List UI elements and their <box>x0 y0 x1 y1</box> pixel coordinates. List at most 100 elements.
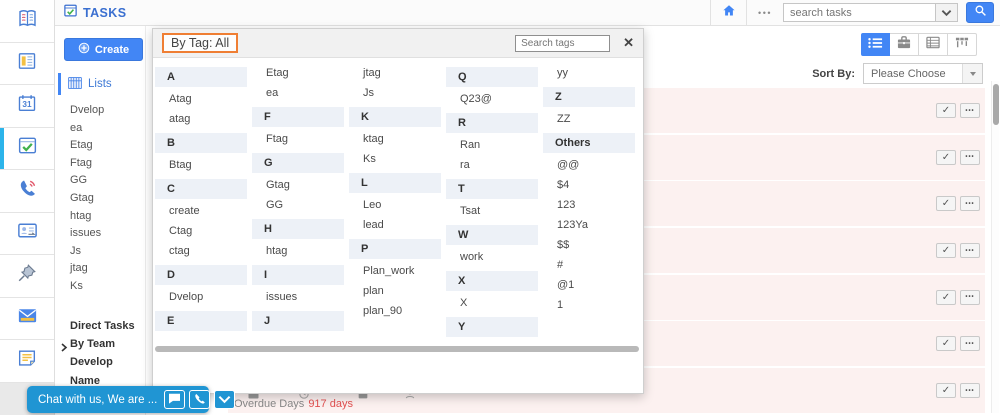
row-actions: ✓ ••• <box>936 383 980 398</box>
rail-item-news[interactable] <box>0 43 54 86</box>
create-button[interactable]: Create <box>64 38 143 61</box>
tag-item[interactable]: Ks <box>349 149 446 169</box>
tag-item[interactable]: Leo <box>349 195 446 215</box>
sidebar-section-by-team[interactable]: By Team <box>55 335 145 353</box>
tag-item[interactable]: @1 <box>543 275 640 295</box>
rail-item-directory[interactable] <box>0 0 54 43</box>
sidebar-item-dvelop[interactable]: Dvelop <box>55 102 145 120</box>
complete-task-button[interactable]: ✓ <box>936 383 956 398</box>
complete-task-button[interactable]: ✓ <box>936 196 956 211</box>
tag-item[interactable]: 123 <box>543 195 640 215</box>
complete-task-button[interactable]: ✓ <box>936 243 956 258</box>
sidebar-item-gtag[interactable]: Gtag <box>55 190 145 208</box>
sidebar-item-jtag[interactable]: jtag <box>55 260 145 278</box>
tag-item[interactable]: X <box>446 293 543 313</box>
tag-item[interactable]: Tsat <box>446 201 543 221</box>
rail-item-pin[interactable] <box>0 255 54 298</box>
pipeline-view-button[interactable] <box>948 33 977 56</box>
sidebar: Create Lists DvelopeaEtagFtagGGGtaghtagi… <box>55 26 146 415</box>
tag-item[interactable]: $4 <box>543 175 640 195</box>
chat-bubble-button[interactable] <box>164 390 185 409</box>
tag-item[interactable]: 123Ya <box>543 215 640 235</box>
sidebar-item-ftag[interactable]: Ftag <box>55 155 145 173</box>
tag-item[interactable]: jtag <box>349 63 446 83</box>
tag-item[interactable]: Etag <box>252 63 349 83</box>
tag-item[interactable]: Dvelop <box>155 287 252 307</box>
tag-item[interactable]: Js <box>349 83 446 103</box>
row-more-button[interactable]: ••• <box>960 336 980 351</box>
tag-item[interactable]: plan <box>349 281 446 301</box>
tag-item[interactable]: GG <box>252 195 349 215</box>
chat-widget[interactable]: Chat with us, We are ... <box>27 386 209 413</box>
more-menu-button[interactable]: ••• <box>758 8 772 18</box>
tag-item[interactable]: Gtag <box>252 175 349 195</box>
tag-search-input[interactable] <box>515 35 610 52</box>
rail-item-mail[interactable] <box>0 298 54 341</box>
tag-item[interactable]: lead <box>349 215 446 235</box>
tag-item[interactable]: ZZ <box>543 109 640 129</box>
tag-item[interactable]: Ran <box>446 135 543 155</box>
tag-item[interactable]: ctag <box>155 241 252 261</box>
rail-item-contacts[interactable] <box>0 213 54 256</box>
search-button[interactable] <box>966 2 994 23</box>
tag-item[interactable]: Ftag <box>252 129 349 149</box>
rail-item-calendar[interactable]: 31 <box>0 85 54 128</box>
row-more-button[interactable]: ••• <box>960 383 980 398</box>
rail-item-calls[interactable] <box>0 170 54 213</box>
chat-minimize-button[interactable] <box>214 390 235 409</box>
sidebar-item-issues[interactable]: issues <box>55 225 145 243</box>
row-more-button[interactable]: ••• <box>960 290 980 305</box>
mail-icon <box>16 304 39 332</box>
tag-item[interactable]: plan_90 <box>349 301 446 321</box>
row-more-button[interactable]: ••• <box>960 150 980 165</box>
scrollbar-thumb[interactable] <box>993 84 999 125</box>
tag-item[interactable]: Btag <box>155 155 252 175</box>
horizontal-scrollbar-thumb[interactable] <box>155 346 639 352</box>
search-input[interactable] <box>783 3 935 22</box>
home-button[interactable] <box>710 0 747 25</box>
tag-item[interactable]: 1 <box>543 295 640 315</box>
rail-item-notes[interactable] <box>0 340 54 383</box>
row-more-button[interactable]: ••• <box>960 103 980 118</box>
tag-item[interactable]: Q23@ <box>446 89 543 109</box>
search-scope-dropdown[interactable] <box>935 3 958 22</box>
complete-task-button[interactable]: ✓ <box>936 150 956 165</box>
close-icon[interactable]: ✕ <box>623 35 634 51</box>
tag-item[interactable]: create <box>155 201 252 221</box>
row-more-button[interactable]: ••• <box>960 196 980 211</box>
tag-item[interactable]: ktag <box>349 129 446 149</box>
tag-item[interactable]: @@ <box>543 155 640 175</box>
sidebar-item-js[interactable]: Js <box>55 243 145 261</box>
sidebar-section-develop[interactable]: Develop <box>55 353 145 371</box>
tag-item[interactable]: work <box>446 247 543 267</box>
tag-item[interactable]: $$ <box>543 235 640 255</box>
tag-item[interactable]: atag <box>155 109 252 129</box>
sidebar-item-ks[interactable]: Ks <box>55 278 145 296</box>
tag-item[interactable]: issues <box>252 287 349 307</box>
tag-item[interactable]: Ctag <box>155 221 252 241</box>
row-more-button[interactable]: ••• <box>960 243 980 258</box>
sidebar-item-gg[interactable]: GG <box>55 172 145 190</box>
sidebar-item-etag[interactable]: Etag <box>55 137 145 155</box>
tag-item[interactable]: ea <box>252 83 349 103</box>
tag-item[interactable]: # <box>543 255 640 275</box>
tag-item[interactable]: yy <box>543 63 640 83</box>
table-view-button[interactable] <box>919 33 948 56</box>
sort-by-select[interactable]: Please Choose <box>863 63 983 84</box>
board-view-button[interactable] <box>890 33 919 56</box>
chat-call-button[interactable] <box>189 390 210 409</box>
complete-task-button[interactable]: ✓ <box>936 103 956 118</box>
sidebar-section-direct-tasks[interactable]: Direct Tasks <box>55 317 145 335</box>
sidebar-item-ea[interactable]: ea <box>55 120 145 138</box>
list-view-button[interactable] <box>861 33 890 56</box>
rail-item-tasks[interactable] <box>0 128 54 171</box>
tag-item[interactable]: ra <box>446 155 543 175</box>
sidebar-item-htag[interactable]: htag <box>55 208 145 226</box>
tag-item[interactable]: htag <box>252 241 349 261</box>
tag-item[interactable]: Plan_work <box>349 261 446 281</box>
complete-task-button[interactable]: ✓ <box>936 290 956 305</box>
complete-task-button[interactable]: ✓ <box>936 336 956 351</box>
vertical-scrollbar[interactable] <box>991 81 999 413</box>
tag-item[interactable]: Atag <box>155 89 252 109</box>
sidebar-item-lists[interactable]: Lists <box>55 73 145 95</box>
